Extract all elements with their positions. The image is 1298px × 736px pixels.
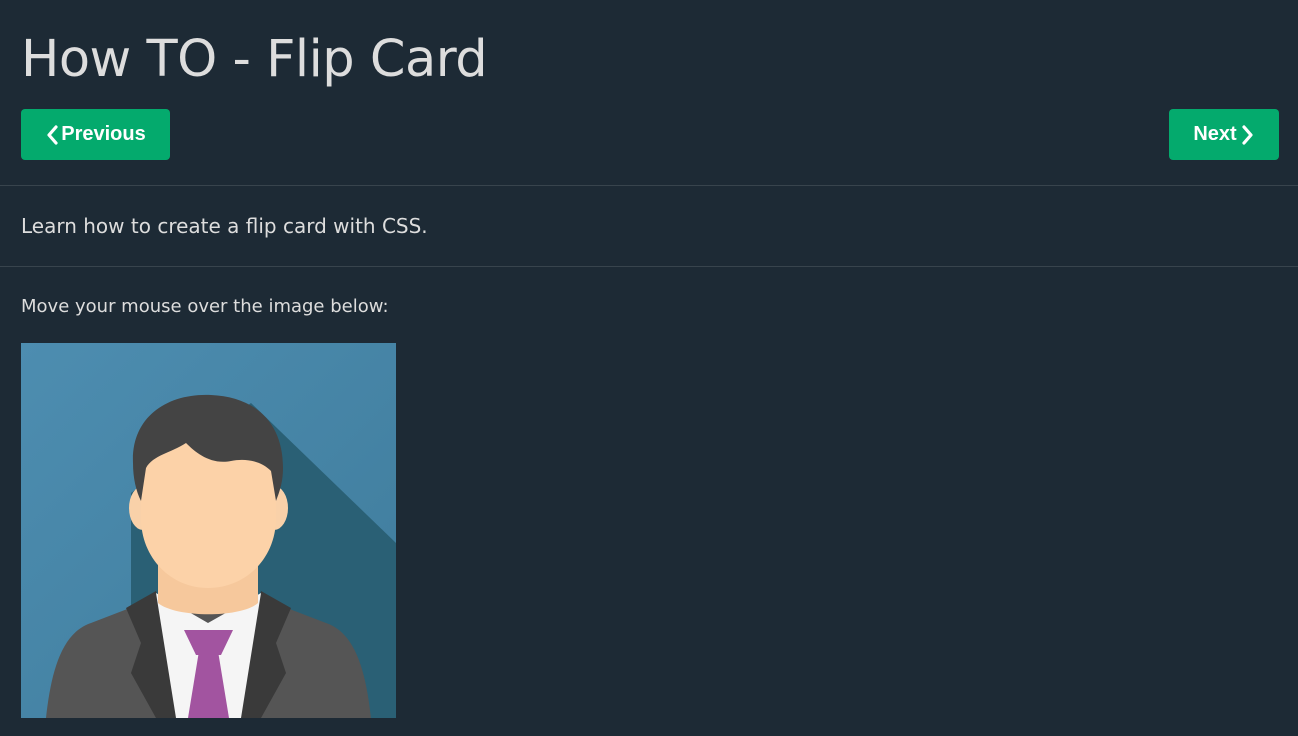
chevron-right-icon: [1241, 124, 1255, 145]
instruction-text: Move your mouse over the image below:: [21, 296, 389, 317]
previous-button-label: Previous: [61, 123, 146, 145]
chevron-left-icon: [45, 124, 59, 145]
divider: [0, 266, 1298, 267]
previous-button[interactable]: Previous: [21, 109, 170, 160]
page: How TO - Flip Card Previous Next Learn h…: [0, 0, 1298, 736]
next-button-label: Next: [1193, 123, 1237, 145]
avatar-image: [21, 343, 396, 718]
page-title: How TO - Flip Card: [21, 30, 488, 89]
divider: [0, 185, 1298, 186]
next-button[interactable]: Next: [1169, 109, 1279, 160]
intro-text: Learn how to create a flip card with CSS…: [21, 214, 428, 238]
flip-card[interactable]: [21, 343, 396, 718]
